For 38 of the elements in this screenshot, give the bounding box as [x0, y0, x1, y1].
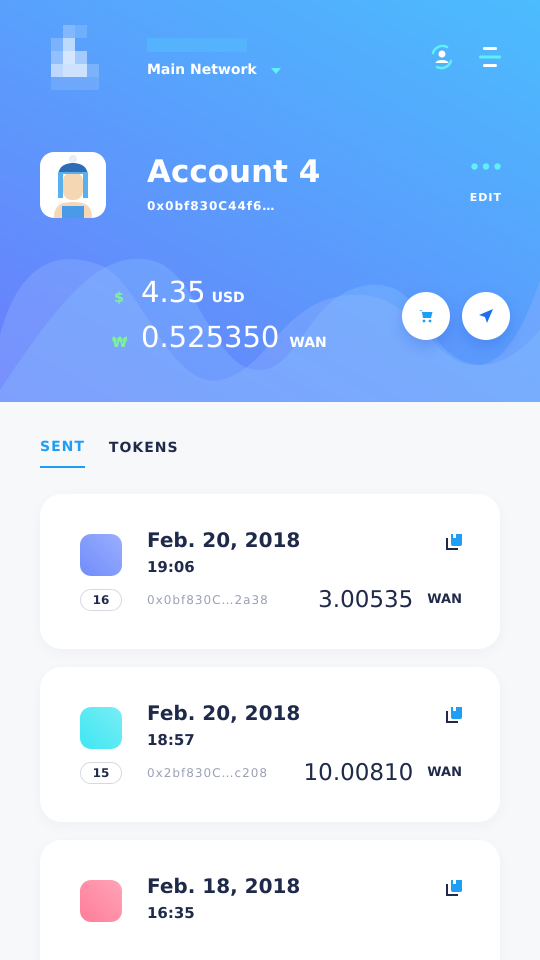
transaction-unit: WAN: [427, 591, 462, 609]
copy-icon[interactable]: [446, 534, 462, 550]
send-button[interactable]: [462, 292, 510, 340]
balance-unit: WAN: [289, 334, 327, 353]
transaction-amount: 3.00535: [318, 586, 414, 614]
copy-icon[interactable]: [446, 707, 462, 723]
transaction-card[interactable]: Feb. 20, 2018 19:06 16 0x0bf830C…2a38 3.00535 WAN: [40, 494, 500, 649]
transaction-card[interactable]: Feb. 20, 2018 18:57 15 0x2bf830C…c208 10.00810 WAN: [40, 667, 500, 822]
cart-icon: [419, 309, 433, 323]
caret-icon: [270, 68, 281, 74]
won-sign: ₩: [112, 334, 126, 353]
send-icon: [479, 309, 493, 323]
tab[interactable]: TOKENS: [108, 437, 179, 468]
transaction-time: 16:35: [147, 903, 196, 924]
account-switch-icon[interactable]: [429, 44, 455, 70]
transaction-date: Feb. 20, 2018: [147, 528, 300, 552]
transaction-unit: WAN: [427, 764, 462, 782]
more-icon: [470, 163, 501, 170]
transaction-address: 0x0bf830C…2a38: [147, 592, 269, 609]
avatar-icon: [40, 152, 106, 218]
dollar-sign: $: [113, 289, 125, 308]
nonce-badge: 16: [80, 588, 122, 611]
transaction-amount: 10.00810: [304, 758, 414, 788]
logo-icon: [50, 25, 100, 90]
nonce-badge: 15: [80, 762, 122, 784]
transaction-time: 18:57: [147, 730, 196, 751]
transaction-time: 19:06: [147, 557, 196, 578]
transaction-date: Feb. 20, 2018: [147, 701, 300, 725]
balance-amount: 0.525350: [141, 323, 280, 352]
balance-amount: 4.35: [141, 278, 206, 307]
transaction-date: Feb. 18, 2018: [147, 874, 300, 898]
copy-icon[interactable]: [446, 880, 462, 896]
transaction-address: 0x2bf830C…c208: [147, 764, 268, 782]
buy-button[interactable]: [402, 292, 450, 340]
account-address: 0x0bf830C44f6…: [147, 198, 276, 216]
transaction-card[interactable]: Feb. 18, 2018 16:35: [40, 840, 500, 960]
account-name: Account 4: [147, 154, 320, 190]
balance-unit: USD: [212, 289, 245, 308]
